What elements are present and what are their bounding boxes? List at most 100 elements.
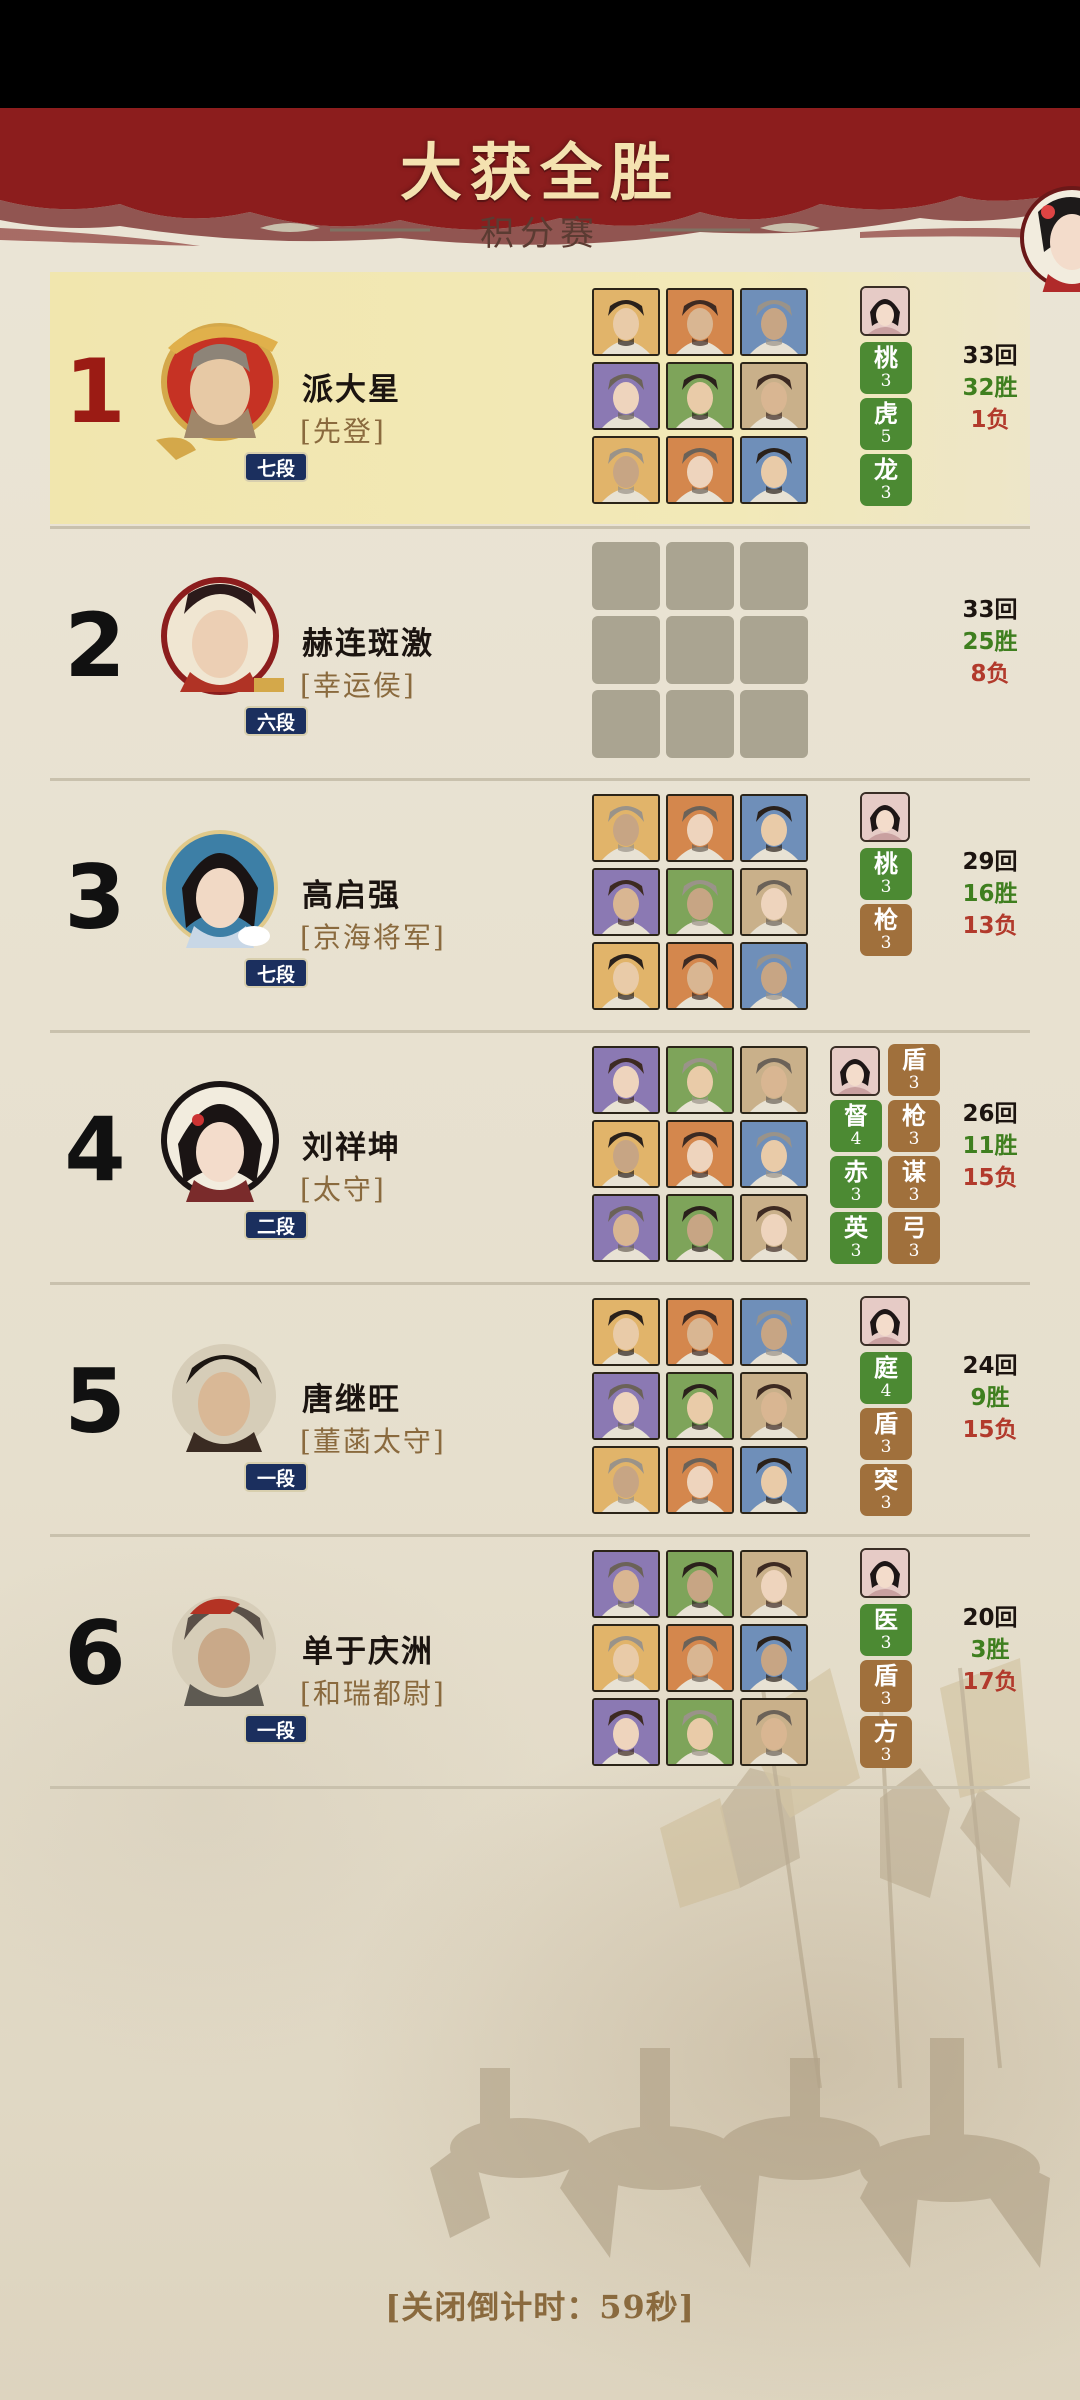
empty-slot — [592, 542, 660, 610]
synergy-name: 赤 — [844, 1157, 868, 1186]
hero-portrait-icon — [668, 364, 732, 428]
empty-slot — [592, 690, 660, 758]
synergy-badge[interactable]: 盾3 — [860, 1408, 912, 1460]
hero-portrait-icon — [592, 794, 660, 862]
hero-portrait-icon — [668, 796, 732, 860]
hero-portrait-icon — [594, 1700, 658, 1764]
hero-portrait-icon — [666, 1624, 734, 1692]
synergy-badge[interactable]: 龙3 — [860, 454, 912, 506]
hero-portrait-icon — [592, 1046, 660, 1114]
hero-portrait-icon — [666, 942, 734, 1010]
leaderboard-row[interactable]: 5 一段 唐继旺 [董菡太守] 庭4盾3突3 24回 9胜 15负 — [50, 1282, 1030, 1534]
synergy-count: 3 — [880, 1745, 892, 1765]
hero-portrait-icon — [740, 1624, 808, 1692]
synergy-count: 5 — [880, 427, 892, 447]
player-avatar[interactable]: 一段 — [150, 1322, 308, 1492]
synergy-count: 3 — [880, 933, 892, 953]
rank-number: 6 — [64, 1602, 126, 1705]
hero-portrait-icon — [742, 1626, 806, 1690]
hero-portrait-icon — [594, 1374, 658, 1438]
rank-number: 1 — [64, 340, 126, 443]
player-avatar[interactable]: 七段 — [150, 818, 308, 988]
player-name: 刘祥坤 — [302, 1130, 401, 1166]
player-stats: 26回 11胜 15负 — [950, 1098, 1030, 1194]
level-badge: 一段 — [244, 1462, 308, 1492]
page-subtitle: 积分赛 — [480, 214, 600, 254]
hero-portrait-icon — [666, 868, 734, 936]
general-portrait-icon — [162, 830, 278, 948]
carry-hero-icon — [832, 1048, 878, 1094]
player-stats: 33回 25胜 8负 — [950, 594, 1030, 690]
lineup-grid — [592, 288, 814, 510]
hero-portrait-icon — [742, 364, 806, 428]
hero-portrait-icon — [740, 1046, 808, 1114]
losses-count: 8负 — [970, 661, 1010, 687]
hero-portrait-icon — [594, 944, 658, 1008]
hero-portrait-icon — [592, 1298, 660, 1366]
hero-portrait-icon — [594, 364, 658, 428]
player-avatar[interactable]: 一段 — [150, 1574, 308, 1744]
hero-portrait-icon — [740, 1698, 808, 1766]
hero-portrait-icon — [666, 1698, 734, 1766]
carry-hero-icon — [862, 1550, 908, 1596]
hero-portrait-icon — [668, 290, 732, 354]
player-name: 单于庆洲 — [302, 1634, 434, 1670]
synergy-badge[interactable]: 谋3 — [888, 1156, 940, 1208]
hero-portrait-icon — [742, 796, 806, 860]
synergy-count: 3 — [850, 1241, 862, 1261]
leaderboard-row[interactable]: 4 二段 刘祥坤 [太守] 督4赤3英3盾3枪3谋3弓3 26回 11胜 15负 — [50, 1030, 1030, 1282]
hero-portrait-icon — [742, 1300, 806, 1364]
hero-portrait-icon — [742, 1122, 806, 1186]
synergy-badge[interactable]: 桃3 — [860, 342, 912, 394]
hero-portrait-icon — [592, 1372, 660, 1440]
rounds-count: 33回 — [962, 597, 1018, 623]
synergy-name: 盾 — [874, 1661, 898, 1690]
wins-count: 16胜 — [962, 881, 1018, 907]
hero-portrait-icon — [740, 436, 808, 504]
hero-portrait-icon — [594, 1048, 658, 1112]
synergy-badge[interactable]: 弓3 — [888, 1212, 940, 1264]
synergy-count: 4 — [880, 1381, 892, 1401]
synergy-name: 督 — [844, 1101, 868, 1130]
hero-portrait-icon — [666, 288, 734, 356]
carry-hero-icon — [860, 1296, 910, 1346]
hero-portrait-icon — [666, 1046, 734, 1114]
synergy-badge[interactable]: 盾3 — [888, 1044, 940, 1096]
player-avatar[interactable]: 六段 — [150, 566, 308, 736]
synergy-badge[interactable]: 英3 — [830, 1212, 882, 1264]
hero-portrait-icon — [592, 436, 660, 504]
wins-count: 25胜 — [962, 629, 1018, 655]
synergy-badge[interactable]: 枪3 — [888, 1100, 940, 1152]
leaderboard-row[interactable]: 6 一段 单于庆洲 [和瑞都尉] 医3盾3方3 20回 3胜 17负 — [50, 1534, 1030, 1786]
hero-portrait-icon — [594, 1196, 658, 1260]
leaderboard-row[interactable]: 2 六段 赫连斑激 [幸运侯] 33回 25胜 8负 — [50, 526, 1030, 778]
leaderboard-row[interactable]: 1 七段 派大星 [先登] 桃3虎5龙3 33回 32胜 1负 — [50, 272, 1030, 524]
synergy-badge[interactable]: 赤3 — [830, 1156, 882, 1208]
synergy-badge[interactable]: 枪3 — [860, 904, 912, 956]
wins-count: 11胜 — [962, 1133, 1018, 1159]
synergy-badge[interactable]: 方3 — [860, 1716, 912, 1768]
synergy-badge[interactable]: 庭4 — [860, 1352, 912, 1404]
synergy-badge[interactable]: 桃3 — [860, 848, 912, 900]
rounds-count: 26回 — [962, 1101, 1018, 1127]
synergy-badge[interactable]: 虎5 — [860, 398, 912, 450]
losses-count: 15负 — [962, 1417, 1018, 1443]
synergy-badge[interactable]: 督4 — [830, 1100, 882, 1152]
hero-portrait-icon — [668, 1448, 732, 1512]
hero-portrait-icon — [592, 1194, 660, 1262]
synergy-count: 3 — [908, 1073, 920, 1093]
hero-portrait-icon — [594, 796, 658, 860]
leaderboard-row[interactable]: 3 七段 高启强 [京海将军] 桃3枪3 29回 16胜 13负 — [50, 778, 1030, 1030]
player-avatar[interactable]: 七段 — [150, 312, 308, 482]
empty-slot — [740, 690, 808, 758]
synergy-badge[interactable]: 医3 — [860, 1604, 912, 1656]
losses-count: 15负 — [962, 1165, 1018, 1191]
player-name: 高启强 — [302, 878, 401, 914]
wins-count: 9胜 — [970, 1385, 1010, 1411]
empty-slot — [666, 542, 734, 610]
hero-portrait-icon — [740, 362, 808, 430]
synergy-badge[interactable]: 盾3 — [860, 1660, 912, 1712]
player-avatar[interactable]: 二段 — [150, 1070, 308, 1240]
level-badge: 一段 — [244, 1714, 308, 1744]
synergy-badge[interactable]: 突3 — [860, 1464, 912, 1516]
